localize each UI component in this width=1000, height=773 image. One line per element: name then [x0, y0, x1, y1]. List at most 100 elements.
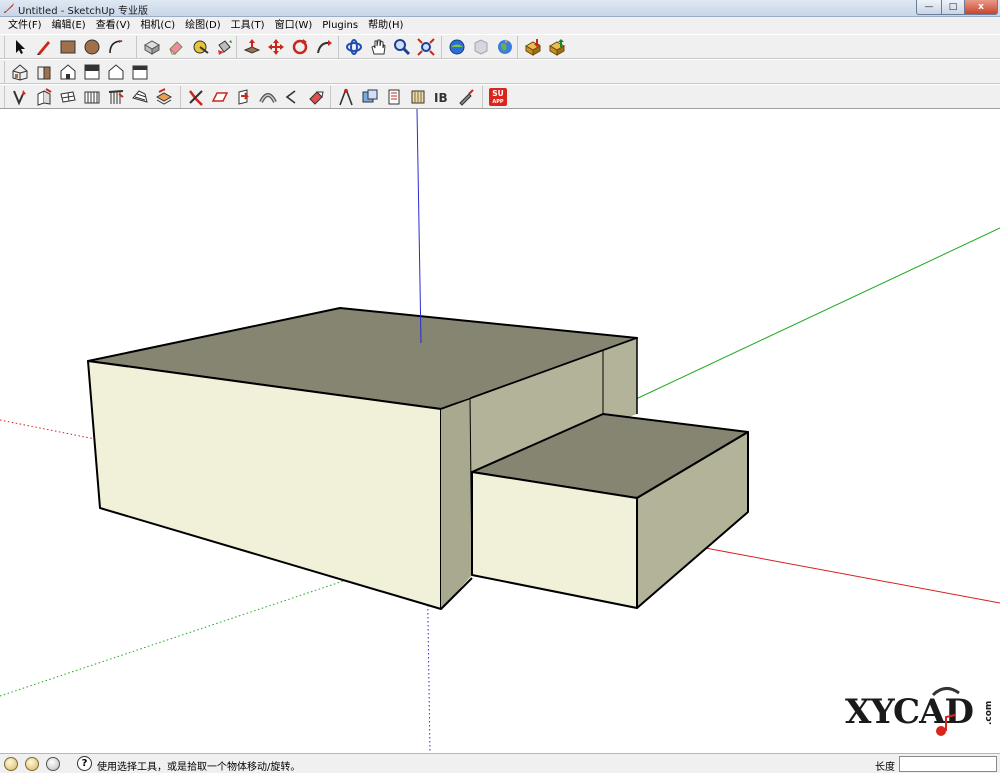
window-tool-button[interactable] — [57, 86, 79, 108]
select-tool-button[interactable] — [9, 36, 31, 58]
help-icon[interactable]: ? — [77, 756, 92, 771]
menu-window[interactable]: 窗口(W) — [270, 17, 318, 34]
left-view-button[interactable] — [129, 61, 151, 83]
roof-tool-button[interactable] — [129, 86, 151, 108]
3d-text-tool-button[interactable]: IB — [431, 86, 453, 108]
camera-tool-group — [338, 36, 439, 58]
menu-draw[interactable]: 绘图(D) — [180, 17, 226, 34]
push-pull-icon — [243, 39, 261, 54]
make-component-button[interactable] — [141, 36, 163, 58]
share-component-button[interactable] — [546, 36, 568, 58]
large-box-side-face-left[interactable] — [441, 397, 472, 609]
compass-tool-button[interactable] — [335, 86, 357, 108]
model-viewport[interactable]: XYCAD .com — [0, 109, 1000, 753]
menu-help[interactable]: 帮助(H) — [363, 17, 408, 34]
measurements-label: 长度 — [875, 762, 895, 773]
chamfer-tool-button[interactable] — [281, 86, 303, 108]
share-model-icon — [474, 39, 488, 55]
google-earth-button[interactable] — [494, 36, 516, 58]
paint-bucket-icon — [218, 40, 232, 55]
texture-tool-button[interactable] — [407, 86, 429, 108]
measurements-input[interactable] — [899, 756, 997, 772]
follow-me-icon — [317, 40, 332, 54]
circle-tool-button[interactable] — [81, 36, 103, 58]
move-tool-button[interactable] — [265, 36, 287, 58]
utility-plugin-group: IB — [330, 86, 479, 108]
offset-tool-button[interactable] — [209, 86, 231, 108]
get-models-button[interactable] — [446, 36, 468, 58]
status-bar: ? 使用选择工具，或是拾取一个物体移动/旋转。 长度 — [0, 753, 1000, 773]
wall-tool-button[interactable] — [9, 86, 31, 108]
push-pull-button[interactable] — [241, 36, 263, 58]
arc-tool-button[interactable] — [105, 36, 127, 58]
back-view-button[interactable] — [105, 61, 127, 83]
menu-file[interactable]: 文件(F) — [3, 17, 47, 34]
pan-tool-button[interactable] — [367, 36, 389, 58]
tape-measure-button[interactable] — [189, 36, 211, 58]
eraser-icon — [169, 41, 183, 55]
paint-bucket-button[interactable] — [213, 36, 235, 58]
line-tool-button[interactable] — [33, 36, 55, 58]
extrude-tool-button[interactable] — [233, 86, 255, 108]
arc-icon — [109, 40, 123, 54]
credits-icon[interactable] — [25, 757, 39, 771]
layer-tool-icon — [155, 88, 173, 105]
iso-view-icon — [12, 64, 28, 81]
menu-tools[interactable]: 工具(T) — [226, 17, 270, 34]
su-app-icon: SU APP — [489, 88, 507, 106]
zoom-tool-button[interactable] — [391, 36, 413, 58]
flip-icon — [309, 91, 324, 105]
menu-view[interactable]: 查看(V) — [91, 17, 136, 34]
layer-tool-button[interactable] — [153, 86, 175, 108]
geo-location-icon[interactable] — [4, 757, 18, 771]
zoom-extents-icon — [417, 38, 435, 56]
minimize-button[interactable]: — — [916, 0, 942, 15]
close-button[interactable]: x — [964, 0, 998, 15]
material-tool-button[interactable] — [359, 86, 381, 108]
close-icon: x — [978, 2, 984, 12]
menu-camera[interactable]: 相机(C) — [135, 17, 180, 34]
select-icon — [16, 40, 25, 54]
orbit-tool-button[interactable] — [343, 36, 365, 58]
rectangle-tool-button[interactable] — [57, 36, 79, 58]
menu-edit[interactable]: 编辑(E) — [47, 17, 91, 34]
drawing-tool-group — [4, 36, 129, 58]
flip-tool-button[interactable] — [305, 86, 327, 108]
right-view-button[interactable] — [33, 61, 55, 83]
railing-tool-button[interactable] — [105, 86, 127, 108]
watermark-suffix-text: .com — [984, 701, 994, 725]
rotate-tool-button[interactable] — [289, 36, 311, 58]
offset-icon — [211, 92, 229, 102]
title-bar: Untitled - SketchUp 专业版 — □ x — [0, 0, 1000, 17]
get-models-icon — [449, 39, 465, 55]
paint-spray-tool-button[interactable] — [455, 86, 477, 108]
rectangle-icon — [60, 40, 76, 54]
su-app-button[interactable]: SU APP — [487, 86, 509, 108]
maximize-button[interactable]: □ — [941, 0, 965, 15]
section-tool-button[interactable] — [383, 86, 405, 108]
model-scene[interactable] — [0, 109, 1000, 753]
edit-tool-group — [136, 36, 237, 58]
zoom-extents-button[interactable] — [415, 36, 437, 58]
door-tool-button[interactable] — [33, 86, 55, 108]
share-model-button[interactable] — [470, 36, 492, 58]
menu-plugins[interactable]: Plugins — [317, 17, 363, 34]
plugins-toolbar: IB SU APP — [0, 84, 1000, 109]
follow-me-button[interactable] — [313, 36, 335, 58]
tape-measure-icon — [193, 40, 209, 54]
bend-tool-button[interactable] — [257, 86, 279, 108]
fillet-tool-button[interactable] — [185, 86, 207, 108]
eraser-tool-button[interactable] — [165, 36, 187, 58]
main-toolbar — [0, 34, 1000, 59]
views-toolbar — [0, 59, 1000, 84]
stair-tool-button[interactable] — [81, 86, 103, 108]
iso-view-button[interactable] — [9, 61, 31, 83]
share-component-icon — [548, 39, 566, 56]
get-components-button[interactable] — [522, 36, 544, 58]
view-tool-group — [4, 61, 153, 83]
user-icon[interactable] — [46, 757, 60, 771]
line-pencil-icon — [37, 41, 50, 55]
circle-icon — [84, 39, 100, 55]
top-view-button[interactable] — [81, 61, 103, 83]
front-view-button[interactable] — [57, 61, 79, 83]
